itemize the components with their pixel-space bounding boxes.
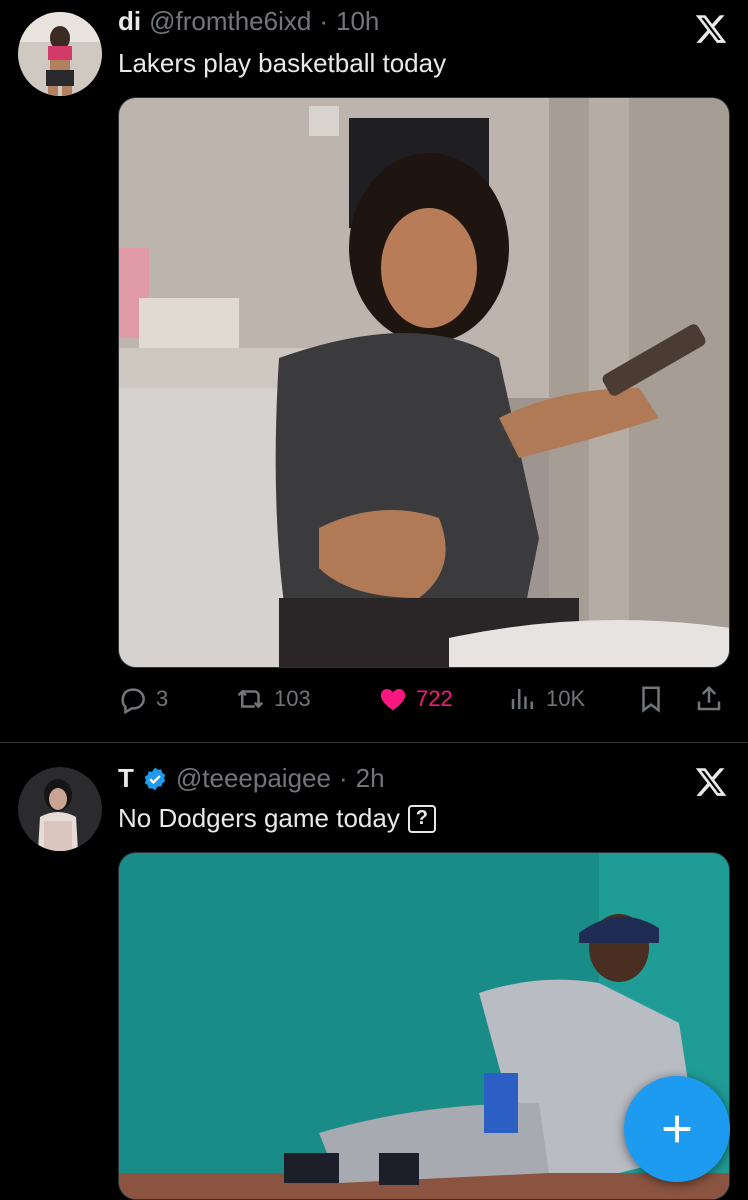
views-button[interactable]: 10K (508, 684, 585, 714)
tweet-text: Lakers play basketball today (118, 48, 446, 79)
reply-button[interactable]: 3 (118, 684, 168, 714)
compose-button[interactable] (624, 1076, 730, 1182)
views-count: 10K (546, 686, 586, 711)
tweet-text: No Dodgers game today ? (118, 803, 436, 834)
tweet-divider (0, 742, 748, 743)
unknown-emoji-box: ? (407, 804, 436, 833)
like-count: 722 (416, 686, 453, 711)
display-name[interactable]: di (118, 6, 141, 37)
verified-badge-icon (142, 766, 168, 792)
timestamp[interactable]: 2h (356, 763, 385, 794)
repost-icon (237, 689, 264, 709)
repost-button[interactable]: 103 (236, 684, 311, 714)
x-logo-icon (694, 12, 728, 46)
bookmark-icon (642, 686, 660, 713)
share-button[interactable] (694, 684, 724, 714)
display-name[interactable]: T (118, 763, 134, 794)
reply-count: 3 (156, 686, 169, 711)
reply-icon (121, 688, 145, 714)
avatar[interactable] (18, 12, 102, 96)
share-icon (697, 685, 721, 711)
repost-count: 103 (274, 686, 311, 711)
separator-dot: · (338, 763, 348, 793)
tweet-image[interactable] (118, 97, 730, 668)
like-button[interactable]: 722 (378, 684, 453, 714)
bookmark-button[interactable] (636, 684, 666, 714)
timestamp[interactable]: 10h (336, 6, 379, 37)
heart-icon (380, 689, 406, 711)
user-handle[interactable]: @fromthe6ixd (149, 6, 311, 37)
separator-dot: · (319, 6, 329, 36)
views-icon (511, 689, 533, 709)
tweet-actions: 3 103 722 10K (118, 684, 730, 718)
compose-plus-icon (663, 1115, 691, 1143)
x-logo-icon (694, 765, 728, 799)
tweet-text-content: No Dodgers game today (118, 803, 400, 833)
tweet-text-content: Lakers play basketball today (118, 48, 447, 78)
tweet[interactable]: di @fromthe6ixd · 10h Lakers play basket… (0, 0, 748, 740)
user-handle[interactable]: @teeepaigee (176, 763, 331, 794)
avatar[interactable] (18, 767, 102, 851)
